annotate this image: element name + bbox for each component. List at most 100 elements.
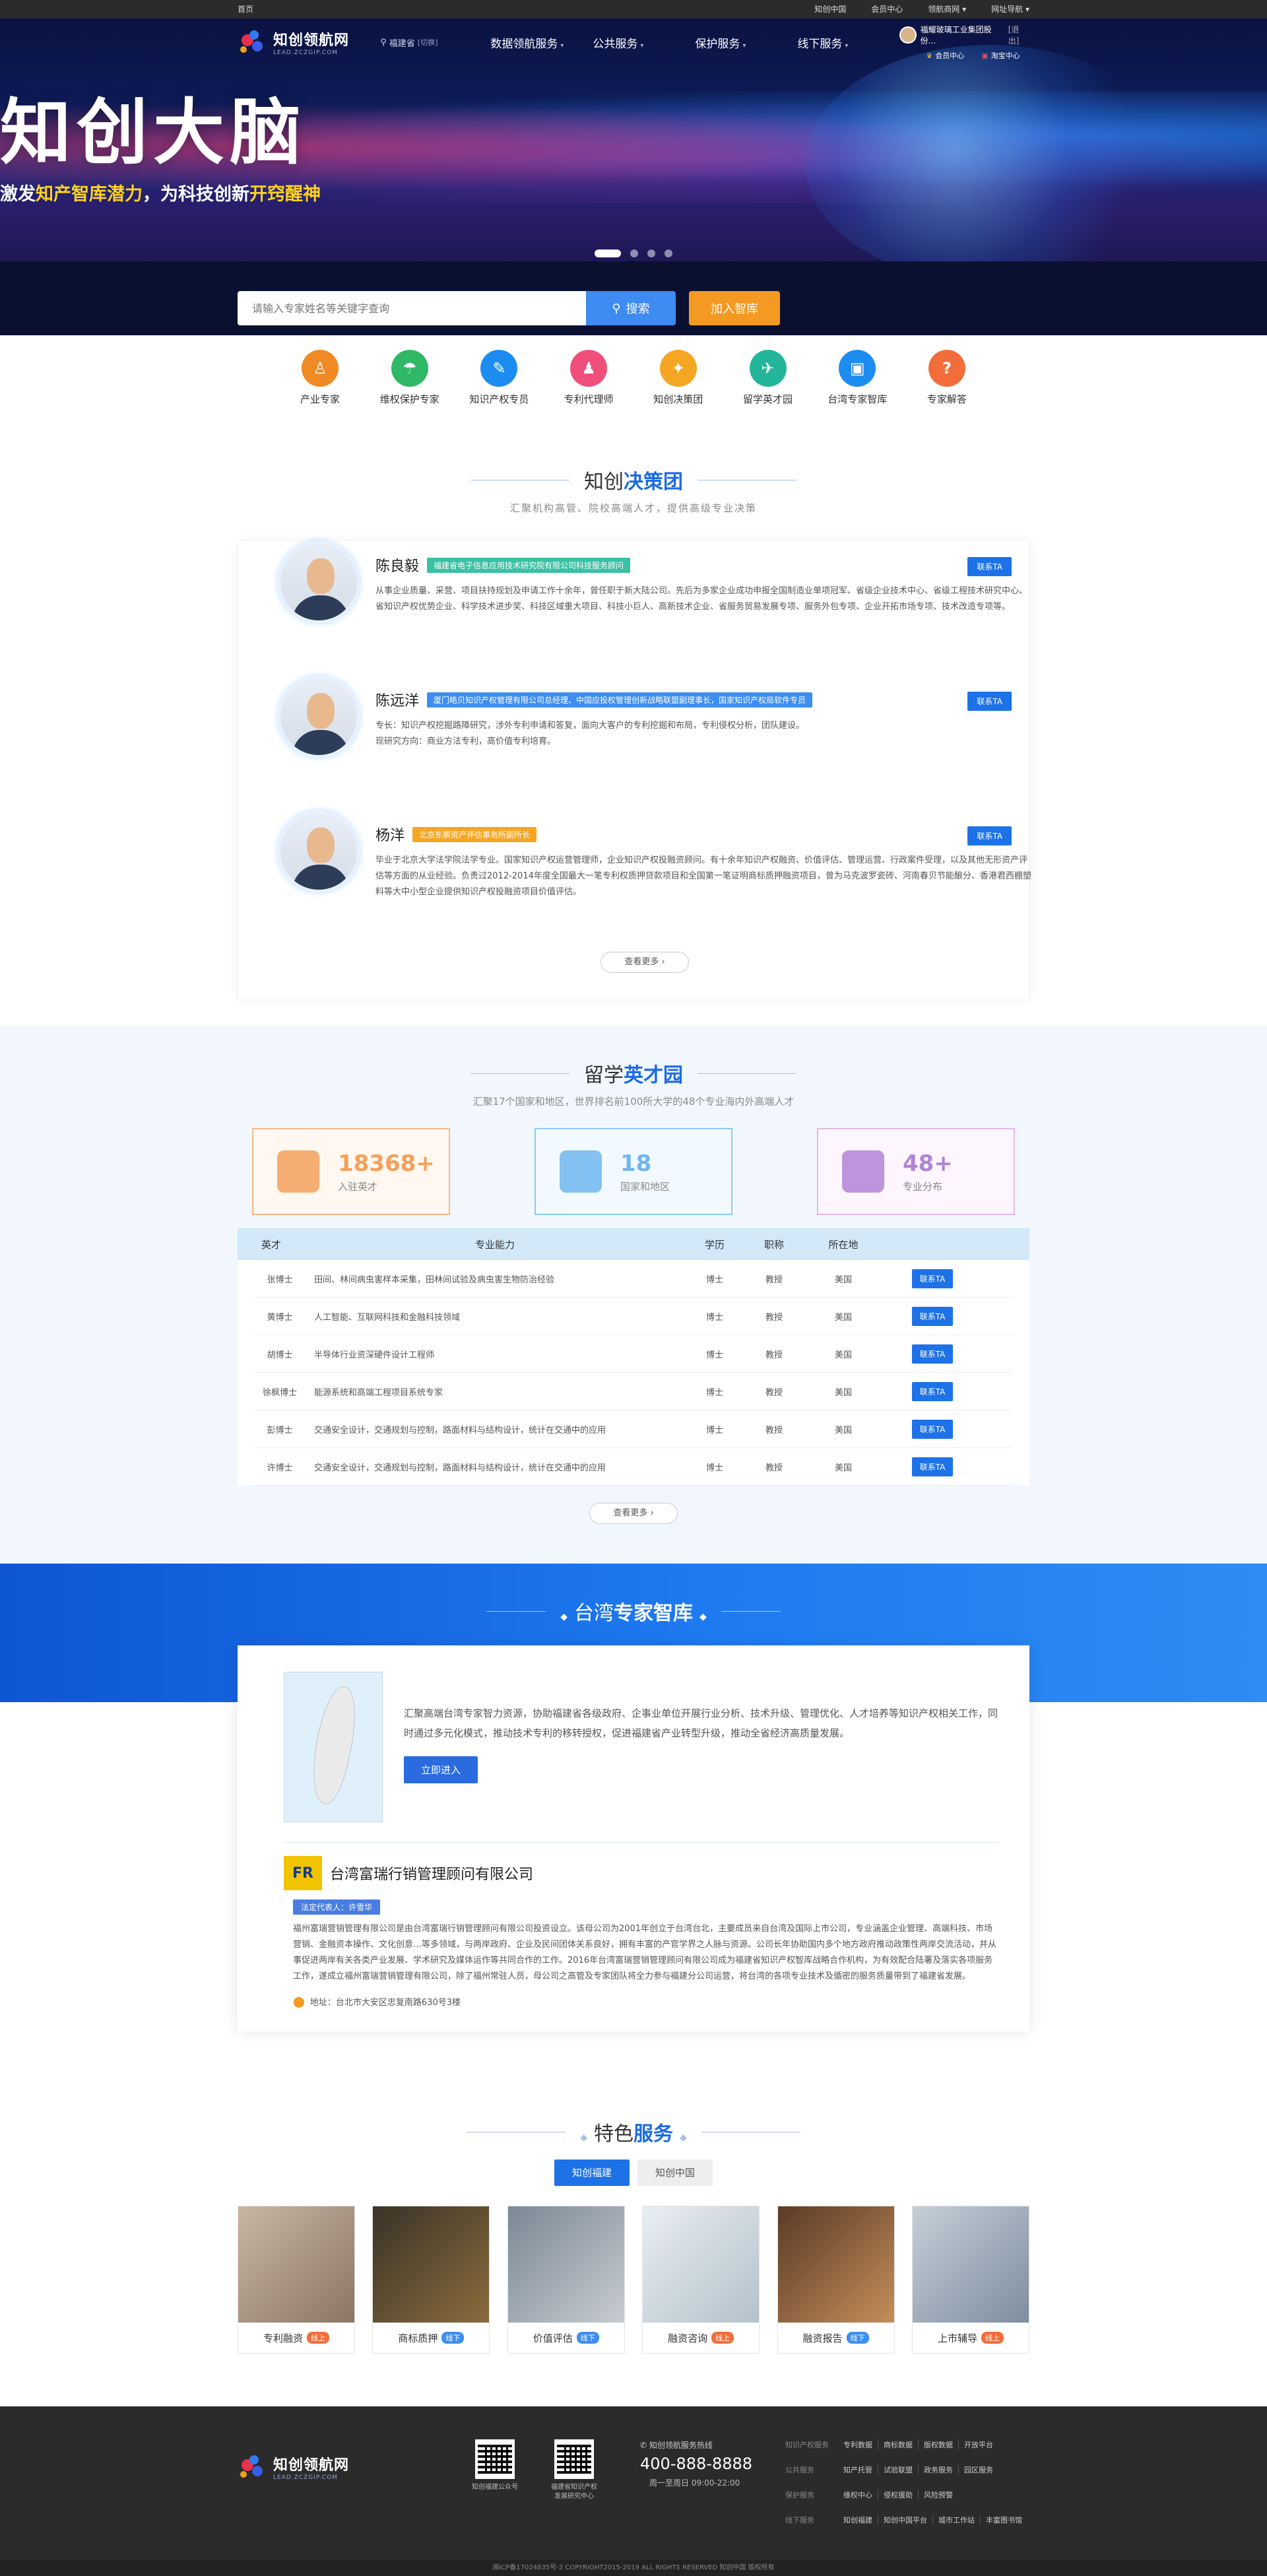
category-item[interactable]: ☂ 维权保护专家 xyxy=(374,350,446,406)
stat-card: 48+ 专业分布 xyxy=(817,1128,1015,1215)
cell-title: 教授 xyxy=(765,1350,783,1360)
footer-link[interactable]: 城市工作站 xyxy=(933,2515,981,2525)
featured-services-section: ◆ 特色服务 ◆ 知创福建 知创中国 专利融资 线上 商标质押 线下 价值评估 线下… xyxy=(0,2058,1267,2406)
category-item[interactable]: ✦ 知创决策团 xyxy=(642,350,715,406)
stats-row: 18368+ 入驻英才 18 国家和地区 48+ 专业分布 xyxy=(252,1128,1015,1215)
footer-link[interactable]: 园区服务 xyxy=(959,2464,998,2475)
service-card[interactable]: 专利融资 线上 xyxy=(238,2206,355,2354)
contact-button[interactable]: 联系TA xyxy=(911,1306,954,1326)
footer-link[interactable]: 知创中国平台 xyxy=(878,2515,933,2525)
contact-button[interactable]: 联系TA xyxy=(911,1419,954,1439)
footer-link[interactable]: 侵权援助 xyxy=(878,2490,919,2500)
contact-button[interactable]: 联系TA xyxy=(967,692,1012,711)
company-name[interactable]: 台湾富瑞行销管理顾问有限公司 xyxy=(330,1863,533,1884)
section-title: 留学英才园 xyxy=(471,1059,796,1088)
footer-link[interactable]: 专利数据 xyxy=(838,2439,878,2450)
service-image xyxy=(238,2206,354,2323)
nav-protect-service[interactable]: 保护服务 ▾ xyxy=(695,34,797,51)
section-subtitle: 汇聚机构高管、院校高端人才，提供高级专业决策 xyxy=(509,502,757,514)
service-badge: 线上 xyxy=(307,2332,329,2344)
expert-name[interactable]: 陈良毅 xyxy=(375,554,419,576)
mall-center-link[interactable]: ▣ 淘宝中心 xyxy=(981,50,1020,61)
logo-mark-icon xyxy=(238,28,267,57)
footer-link[interactable]: 知创福建 xyxy=(838,2515,878,2525)
cell-name: 徐枫博士 xyxy=(262,1387,297,1398)
search-button[interactable]: ⚲ 搜索 xyxy=(586,291,676,325)
footer-link[interactable]: 开放平台 xyxy=(959,2439,998,2450)
contact-button[interactable]: 联系TA xyxy=(911,1381,954,1401)
person-icon xyxy=(277,1150,319,1193)
city-selector[interactable]: ⚲ 福建省 [切换] xyxy=(380,36,490,49)
service-card[interactable]: 上市辅导 线上 xyxy=(911,2206,1029,2354)
footer-link[interactable]: 版权数据 xyxy=(919,2439,959,2450)
category-item[interactable]: ? 专家解答 xyxy=(911,350,983,406)
home-link[interactable]: 首页 xyxy=(238,0,253,18)
footer-link[interactable]: 维权中心 xyxy=(838,2490,878,2500)
footer-logo[interactable]: 知创领航网 LEAD.ZCZGIP.COM xyxy=(238,2439,455,2482)
expert-name[interactable]: 陈远洋 xyxy=(375,689,419,710)
contact-button[interactable]: 联系TA xyxy=(911,1269,954,1288)
industry-expert-icon: ♙ xyxy=(302,350,339,387)
topbar-link-mall[interactable]: 领航商网 ▾ xyxy=(928,0,966,18)
category-item[interactable]: ♟ 专利代理师 xyxy=(552,350,625,406)
crown-icon: ♛ xyxy=(926,51,933,60)
logout-link[interactable]: [退出] xyxy=(1008,24,1029,46)
category-item[interactable]: ♙ 产业专家 xyxy=(284,350,356,406)
logo-mark-icon xyxy=(238,2453,267,2482)
category-item[interactable]: ✎ 知识产权专员 xyxy=(463,350,535,406)
main-nav: 数据领航服务 ▾ 公共服务 ▾ 保护服务 ▾ 线下服务 ▾ xyxy=(490,34,899,51)
service-card[interactable]: 融资咨询 线上 xyxy=(642,2206,760,2354)
expert-tag: 福建省电子信息应用技术研究院有限公司科技服务顾问 xyxy=(427,557,631,573)
expert-description: 专长：知识产权挖掘路障研究，涉外专利申请和答复，面向大客户的专利挖掘和布局，专利… xyxy=(375,721,805,746)
search-input[interactable] xyxy=(238,291,586,325)
nav-offline-service[interactable]: 线下服务 ▾ xyxy=(797,34,899,51)
category-label: 专家解答 xyxy=(926,393,967,405)
footer-link[interactable]: 风险预警 xyxy=(919,2490,958,2500)
site-logo[interactable]: 知创领航网 LEAD.ZCZGIP.COM xyxy=(238,28,380,57)
topbar-link-sitemap[interactable]: 网址导航 ▾ xyxy=(991,0,1029,18)
service-card[interactable]: 商标质押 线下 xyxy=(372,2206,490,2354)
carousel-dot-2[interactable] xyxy=(630,249,638,257)
avatar[interactable] xyxy=(899,26,917,44)
footer-link[interactable]: 试验联盟 xyxy=(878,2464,919,2475)
carousel-dot-3[interactable] xyxy=(647,249,655,257)
contact-button[interactable]: 联系TA xyxy=(911,1344,954,1364)
city-switch[interactable]: [切换] xyxy=(418,37,438,48)
contact-button[interactable]: 联系TA xyxy=(967,557,1012,576)
cell-location: 美国 xyxy=(834,1387,852,1398)
contact-button[interactable]: 联系TA xyxy=(911,1457,954,1476)
nav-public-service[interactable]: 公共服务 ▾ xyxy=(593,34,695,51)
footer-link[interactable]: 知产托管 xyxy=(838,2464,878,2475)
cell-name: 许博士 xyxy=(267,1463,293,1473)
nav-data-service[interactable]: 数据领航服务 ▾ xyxy=(490,34,593,51)
banner-title: 知创大脑 xyxy=(0,92,307,174)
member-center-link[interactable]: ♛ 会员中心 xyxy=(926,50,964,61)
join-think-tank-button[interactable]: 加入智库 xyxy=(689,291,780,325)
more-talent-button[interactable]: 查看更多 › xyxy=(589,1503,678,1524)
footer-link[interactable]: 政务服务 xyxy=(919,2464,959,2475)
topbar-link-zhichuang[interactable]: 知创中国 xyxy=(814,0,846,18)
cell-ability: 能源系统和高端工程项目系统专家 xyxy=(314,1387,443,1398)
service-image xyxy=(912,2206,1029,2323)
carousel-dot-4[interactable] xyxy=(665,249,672,257)
service-card[interactable]: 价值评估 线下 xyxy=(507,2206,625,2354)
hotline-number[interactable]: 400-888-8888 xyxy=(640,2455,785,2473)
service-card[interactable]: 融资报告 线下 xyxy=(777,2206,895,2354)
category-item[interactable]: ▣ 台湾专家智库 xyxy=(821,350,893,406)
more-experts-button[interactable]: 查看更多 › xyxy=(601,952,689,973)
footer-link-group: 保护服务 xyxy=(785,2491,814,2499)
user-name[interactable]: 福耀玻璃工业集团股份... xyxy=(921,24,1004,46)
footer-link[interactable]: 商标数据 xyxy=(878,2439,919,2450)
category-item[interactable]: ✈ 留学英才园 xyxy=(732,350,804,406)
footer-link[interactable]: 丰富图书馆 xyxy=(981,2515,1027,2525)
service-image xyxy=(373,2206,490,2323)
enter-now-button[interactable]: 立即进入 xyxy=(404,1756,478,1783)
cell-location: 美国 xyxy=(834,1274,852,1285)
cell-title: 教授 xyxy=(765,1274,783,1285)
tab-china[interactable]: 知创中国 xyxy=(637,2160,713,2186)
tab-fujian[interactable]: 知创福建 xyxy=(554,2160,630,2186)
expert-name[interactable]: 杨洋 xyxy=(375,824,405,845)
carousel-dot-1[interactable] xyxy=(595,249,621,257)
topbar-link-member[interactable]: 会员中心 xyxy=(871,0,903,18)
contact-button[interactable]: 联系TA xyxy=(967,826,1012,845)
